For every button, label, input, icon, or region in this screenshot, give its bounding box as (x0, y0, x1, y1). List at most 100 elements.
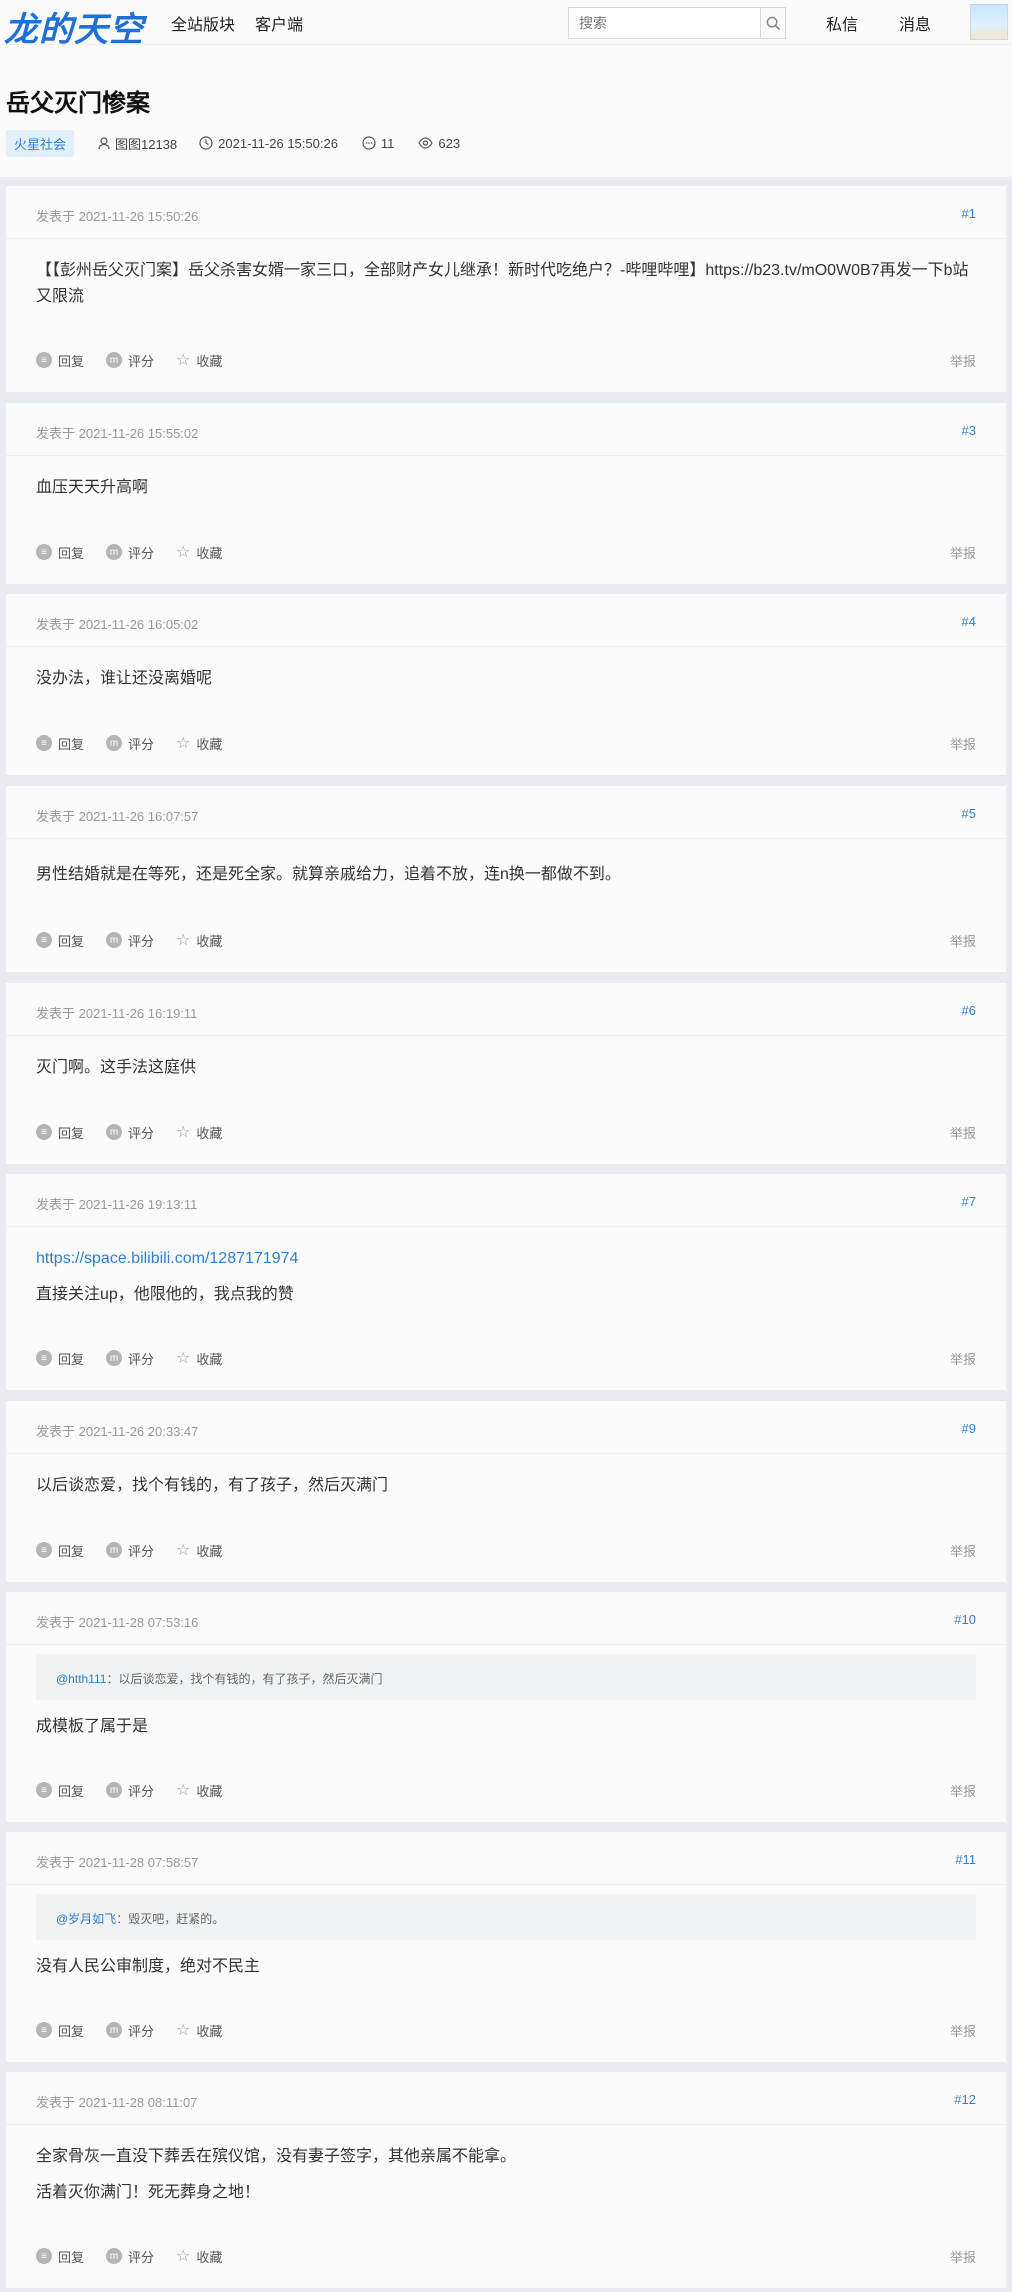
post-body: 全家骨灰一直没下葬丢在殡仪馆，没有妻子签字，其他亲属不能拿。 活着灭你满门！死无… (36, 2148, 517, 2201)
floor-number[interactable]: #5 (962, 806, 976, 821)
reply-button[interactable]: ≡ 回复 (36, 930, 84, 950)
quote-text: ：以后谈恋爱，找个有钱的，有了孩子，然后灭满门 (106, 1672, 383, 1686)
floor-number[interactable]: #10 (954, 1612, 976, 1627)
reply-button[interactable]: ≡ 回复 (36, 1780, 84, 1800)
private-messages-link[interactable]: 私信 (826, 11, 858, 35)
favorite-button[interactable]: ☆ 收藏 (176, 2246, 222, 2266)
notifications-link[interactable]: 消息 (899, 11, 931, 35)
post-time: 发表于 2021-11-26 16:05:02 (36, 617, 199, 632)
favorite-button[interactable]: ☆ 收藏 (176, 733, 222, 753)
post-date: 2021-11-26 15:50:26 (218, 135, 338, 151)
report-link[interactable]: 举报 (950, 2021, 976, 2040)
rate-button[interactable]: m 评分 (106, 542, 154, 562)
post: 发表于 2021-11-28 07:53:16 #10 @htth111：以后谈… (6, 1592, 1006, 1822)
reply-button[interactable]: ≡ 回复 (36, 733, 84, 753)
floor-number[interactable]: #1 (962, 206, 976, 221)
post-time: 发表于 2021-11-28 07:53:16 (36, 1615, 199, 1630)
quote-block: @岁月如飞：毁灭吧，赶紧的。 (36, 1894, 976, 1940)
rate-button[interactable]: m 评分 (106, 1122, 154, 1142)
reply-button[interactable]: ≡ 回复 (36, 2020, 84, 2040)
rate-button[interactable]: m 评分 (106, 2246, 154, 2266)
reply-icon: ≡ (36, 2248, 52, 2264)
user-avatar[interactable] (970, 4, 1008, 40)
post: 发表于 2021-11-26 20:33:47 #9 以后谈恋爱，找个有钱的，有… (6, 1401, 1006, 1582)
reply-button[interactable]: ≡ 回复 (36, 542, 84, 562)
report-link[interactable]: 举报 (950, 1123, 976, 1142)
rate-button[interactable]: m 评分 (106, 733, 154, 753)
report-link[interactable]: 举报 (950, 931, 976, 950)
post-actions: ≡ 回复 m 评分 ☆ 收藏 (36, 2246, 222, 2266)
search-input[interactable] (569, 8, 760, 38)
report-link[interactable]: 举报 (950, 1349, 976, 1368)
divider (6, 1453, 1006, 1454)
page-title: 岳父灭门惨案 (6, 90, 150, 117)
star-icon: ☆ (176, 2248, 191, 2265)
favorite-button[interactable]: ☆ 收藏 (176, 1348, 222, 1368)
star-icon: ☆ (176, 735, 191, 752)
rate-button[interactable]: m 评分 (106, 1348, 154, 1368)
author-name[interactable]: 图图12138 (115, 134, 177, 153)
rate-icon: m (106, 544, 123, 560)
floor-number[interactable]: #7 (962, 1194, 976, 1209)
author-meta: 图图12138 (98, 134, 177, 153)
post-body: 没办法，谁让还没离婚呢 (36, 670, 213, 687)
quote-user[interactable]: @htth111 (56, 1672, 106, 1686)
divider (6, 2124, 1006, 2125)
rate-button[interactable]: m 评分 (106, 1540, 154, 1560)
favorite-button[interactable]: ☆ 收藏 (176, 930, 222, 950)
search-button[interactable] (760, 8, 785, 38)
post-actions: ≡ 回复 m 评分 ☆ 收藏 (36, 1540, 222, 1560)
post-time: 发表于 2021-11-26 15:50:26 (36, 209, 199, 224)
post: 发表于 2021-11-28 08:11:07 #12 全家骨灰一直没下葬丢在殡… (6, 2072, 1006, 2288)
post: 发表于 2021-11-26 15:55:02 #3 血压天天升高啊 ≡ 回复 m… (6, 403, 1006, 584)
nav-all-boards[interactable]: 全站版块 (171, 11, 235, 35)
divider (6, 1644, 1006, 1645)
post-link[interactable]: https://space.bilibili.com/1287171974 (36, 1246, 976, 1272)
favorite-button[interactable]: ☆ 收藏 (176, 1780, 222, 1800)
replies-meta: 11 (362, 136, 394, 151)
reply-button[interactable]: ≡ 回复 (36, 2246, 84, 2266)
report-link[interactable]: 举报 (950, 543, 976, 562)
report-link[interactable]: 举报 (950, 351, 976, 370)
reply-button[interactable]: ≡ 回复 (36, 1122, 84, 1142)
reply-icon: ≡ (36, 932, 52, 948)
rate-button[interactable]: m 评分 (106, 350, 154, 370)
floor-number[interactable]: #6 (962, 1003, 976, 1018)
rate-button[interactable]: m 评分 (106, 1780, 154, 1800)
floor-number[interactable]: #12 (954, 2092, 976, 2107)
reply-icon: ≡ (36, 544, 52, 560)
floor-number[interactable]: #9 (962, 1421, 976, 1436)
nav-client[interactable]: 客户端 (255, 11, 303, 35)
post-body: 血压天天升高啊 (36, 479, 149, 496)
post-actions: ≡ 回复 m 评分 ☆ 收藏 (36, 542, 222, 562)
post-body: 没有人民公审制度，绝对不民主 (36, 1958, 261, 1975)
post-body: 成模板了属于是 (36, 1718, 149, 1735)
floor-number[interactable]: #11 (955, 1852, 976, 1867)
rate-button[interactable]: m 评分 (106, 2020, 154, 2040)
rate-button[interactable]: m 评分 (106, 930, 154, 950)
post-actions: ≡ 回复 m 评分 ☆ 收藏 (36, 1122, 222, 1142)
floor-number[interactable]: #4 (962, 614, 976, 629)
reply-button[interactable]: ≡ 回复 (36, 1348, 84, 1368)
quote-user[interactable]: @岁月如飞 (56, 1912, 116, 1926)
star-icon: ☆ (176, 1542, 191, 1559)
star-icon: ☆ (176, 352, 191, 369)
reply-icon: ≡ (36, 2022, 52, 2038)
report-link[interactable]: 举报 (950, 734, 976, 753)
divider (6, 646, 1006, 647)
floor-number[interactable]: #3 (962, 423, 976, 438)
divider (6, 238, 1006, 239)
report-link[interactable]: 举报 (950, 1781, 976, 1800)
report-link[interactable]: 举报 (950, 2247, 976, 2266)
board-tag[interactable]: 火星社会 (6, 129, 75, 157)
reply-button[interactable]: ≡ 回复 (36, 1540, 84, 1560)
report-link[interactable]: 举报 (950, 1541, 976, 1560)
favorite-button[interactable]: ☆ 收藏 (176, 1122, 222, 1142)
rate-icon: m (106, 735, 123, 751)
favorite-button[interactable]: ☆ 收藏 (176, 350, 222, 370)
favorite-button[interactable]: ☆ 收藏 (176, 2020, 222, 2040)
favorite-button[interactable]: ☆ 收藏 (176, 542, 222, 562)
favorite-button[interactable]: ☆ 收藏 (176, 1540, 222, 1560)
post-actions: ≡ 回复 m 评分 ☆ 收藏 (36, 930, 222, 950)
reply-button[interactable]: ≡ 回复 (36, 350, 84, 370)
